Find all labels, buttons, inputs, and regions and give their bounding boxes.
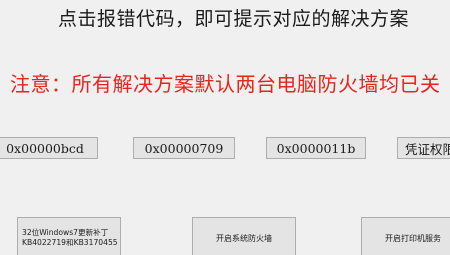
win7-patch-label-line1: 32位Windows7更新补丁 [22,228,109,237]
error-0x00000bcd-button[interactable]: 0x00000bcd [0,137,98,159]
win7-patch-button[interactable]: 32位Windows7更新补丁 KB4022719和KB3170455 [17,217,121,255]
enable-firewall-button[interactable]: 开启系统防火墙 [192,217,296,255]
app-window: 点击报错代码，即可提示对应的解决方案 注意：所有解决方案默认两台电脑防火墙均已关… [0,0,450,255]
firewall-notice: 注意：所有解决方案默认两台电脑防火墙均已关 [10,72,441,96]
error-0x0000011b-button[interactable]: 0x0000011b [266,137,366,159]
credentials-permission-button[interactable]: 凭证权限 [397,137,450,159]
instruction-headline: 点击报错代码，即可提示对应的解决方案 [58,8,410,30]
enable-printer-service-button[interactable]: 开启打印机服务 [361,217,450,255]
win7-patch-label-line2: KB4022719和KB3170455 [22,238,118,247]
error-0x00000709-button[interactable]: 0x00000709 [133,137,235,159]
